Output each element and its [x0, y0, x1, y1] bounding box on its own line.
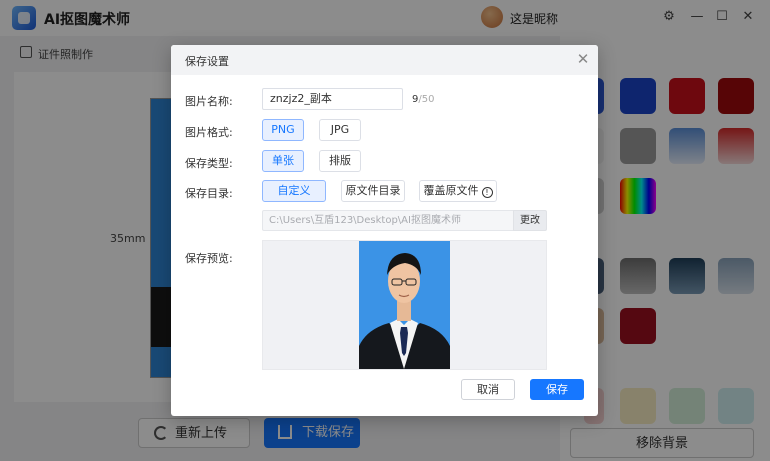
- type-label: 保存类型:: [185, 157, 233, 170]
- format-option-jpg[interactable]: JPG: [319, 119, 361, 141]
- type-option-single[interactable]: 单张: [262, 150, 304, 172]
- dir-option-overwrite-label: 覆盖原文件: [423, 184, 479, 197]
- char-max: /50: [418, 94, 435, 105]
- format-label: 图片格式:: [185, 126, 233, 139]
- format-option-png[interactable]: PNG: [262, 119, 304, 141]
- dir-option-custom[interactable]: 自定义: [262, 180, 326, 202]
- change-path-button[interactable]: 更改: [513, 210, 547, 231]
- char-counter: 9/50: [412, 94, 434, 105]
- portrait-illustration: [359, 241, 450, 369]
- dialog-header: 保存设置 ✕: [171, 45, 598, 75]
- type-option-layout[interactable]: 排版: [319, 150, 361, 172]
- dir-label: 保存目录:: [185, 187, 233, 200]
- dir-option-overwrite[interactable]: 覆盖原文件!: [419, 180, 497, 202]
- filename-input[interactable]: znzjz2_副本: [262, 88, 403, 110]
- save-preview: [262, 240, 547, 370]
- dir-option-source[interactable]: 原文件目录: [341, 180, 405, 202]
- portrait-photo: [359, 241, 450, 369]
- info-icon[interactable]: !: [481, 187, 493, 198]
- save-button[interactable]: 保存: [530, 379, 584, 400]
- close-icon[interactable]: ✕: [574, 50, 592, 68]
- preview-label: 保存预览:: [185, 252, 233, 265]
- save-path-field[interactable]: C:\Users\互盾123\Desktop\AI抠图魔术师: [262, 210, 514, 231]
- cancel-button[interactable]: 取消: [461, 379, 515, 400]
- save-settings-dialog: 保存设置 ✕ 图片名称: znzjz2_副本 9/50 图片格式: PNG JP…: [171, 45, 598, 416]
- name-label: 图片名称:: [185, 95, 233, 108]
- dialog-title: 保存设置: [185, 55, 229, 68]
